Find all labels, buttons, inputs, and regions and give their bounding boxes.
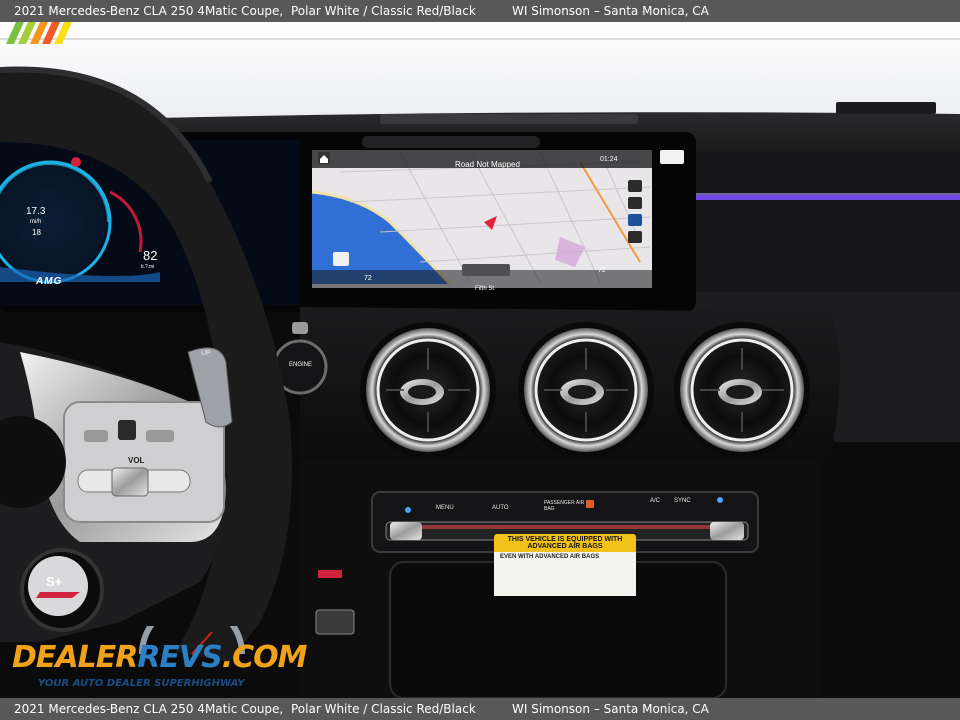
cluster-speed-top: 17.3	[26, 206, 46, 217]
vehicle-color-bottom: Polar White / Classic Red/Black	[291, 702, 476, 716]
street-name-box	[462, 264, 510, 276]
logo-text-com: .COM	[221, 640, 308, 675]
map-menu-icon[interactable]	[333, 252, 349, 266]
engine-button-label: ENGINE	[289, 362, 313, 368]
stripes-logo-icon	[6, 22, 72, 44]
steering-back-button[interactable]	[84, 430, 108, 442]
air-vent-right[interactable]	[674, 322, 810, 458]
hvac-label-auto: AUTO	[492, 505, 509, 511]
cluster-right-value: 82	[143, 248, 158, 263]
logo-text-dealer: DEALER	[12, 640, 138, 675]
amg-badge: AMG	[36, 276, 63, 287]
dash-trim-right	[690, 152, 960, 312]
nav-clock: 01:24	[600, 156, 618, 163]
cluster-speed-bottom: 18	[32, 228, 41, 237]
caption-bar-top: 2021 Mercedes-Benz CLA 250 4Matic Coupe,…	[0, 0, 960, 22]
hvac-label-passenger-airbag: PASSENGER AIR BAG	[544, 500, 585, 512]
vehicle-title-bottom: 2021 Mercedes-Benz CLA 250 4Matic Coupe,	[14, 702, 284, 716]
speed-gauge	[0, 160, 112, 284]
nav-status-text: Road Not Mapped	[455, 160, 520, 169]
dealer-name: WI Simonson – Santa Monica, CA	[512, 4, 709, 18]
pedal	[315, 609, 355, 635]
cluster-right-unit: ti.?.mi	[141, 264, 155, 270]
dealer-name-bottom: WI Simonson – Santa Monica, CA	[512, 702, 709, 716]
logo-text-revs: REVS	[137, 640, 222, 675]
hvac-label-ac: A/C	[650, 498, 661, 504]
drive-mode-label: S+	[46, 574, 63, 589]
paddle-label: UP	[201, 350, 211, 357]
air-vent-left[interactable]	[360, 322, 496, 458]
ambient-light-strip	[694, 195, 960, 200]
temp-rocker-right[interactable]	[710, 522, 744, 540]
sensor-module	[836, 102, 936, 114]
airbag-warning-sticker: THIS VEHICLE IS EQUIPPED WITH ADVANCED A…	[494, 534, 636, 596]
screen-touch-key[interactable]	[660, 150, 684, 164]
logo-tagline: YOUR AUTO DEALER SUPERHIGHWAY	[38, 678, 245, 689]
hvac-label-menu: MENU	[436, 505, 454, 511]
nav-temp-right: 72	[598, 267, 606, 274]
vehicle-title: 2021 Mercedes-Benz CLA 250 4Matic Coupe,	[14, 4, 284, 18]
hvac-label-sync: SYNC	[674, 498, 691, 504]
steering-phone-button[interactable]	[146, 430, 174, 442]
caption-bar-bottom: 2021 Mercedes-Benz CLA 250 4Matic Coupe,…	[0, 698, 960, 720]
temp-rocker-left[interactable]	[390, 522, 422, 540]
nav-street-name: Fifth St	[475, 286, 495, 292]
nav-temp-left: 72	[364, 275, 372, 282]
steering-touchpad[interactable]	[118, 420, 136, 440]
airbag-sticker-heading: THIS VEHICLE IS EQUIPPED WITH ADVANCED A…	[494, 534, 636, 552]
vehicle-color: Polar White / Classic Red/Black	[291, 4, 476, 18]
dealerrevs-logo: DEALERREVS.COM YOUR AUTO DEALER SUPERHIG…	[12, 626, 308, 696]
volume-label: VOL	[128, 456, 145, 465]
cluster-speed-unit: mi/h	[30, 219, 42, 225]
dashboard-illustration	[0, 22, 960, 698]
air-vent-center[interactable]	[518, 322, 654, 458]
dashboard-photo: Road Not Mapped 01:24 Fifth St 72 72 17.…	[0, 22, 960, 698]
airbag-sticker-subheading: EVEN WITH ADVANCED AIR BAGS	[500, 554, 600, 560]
